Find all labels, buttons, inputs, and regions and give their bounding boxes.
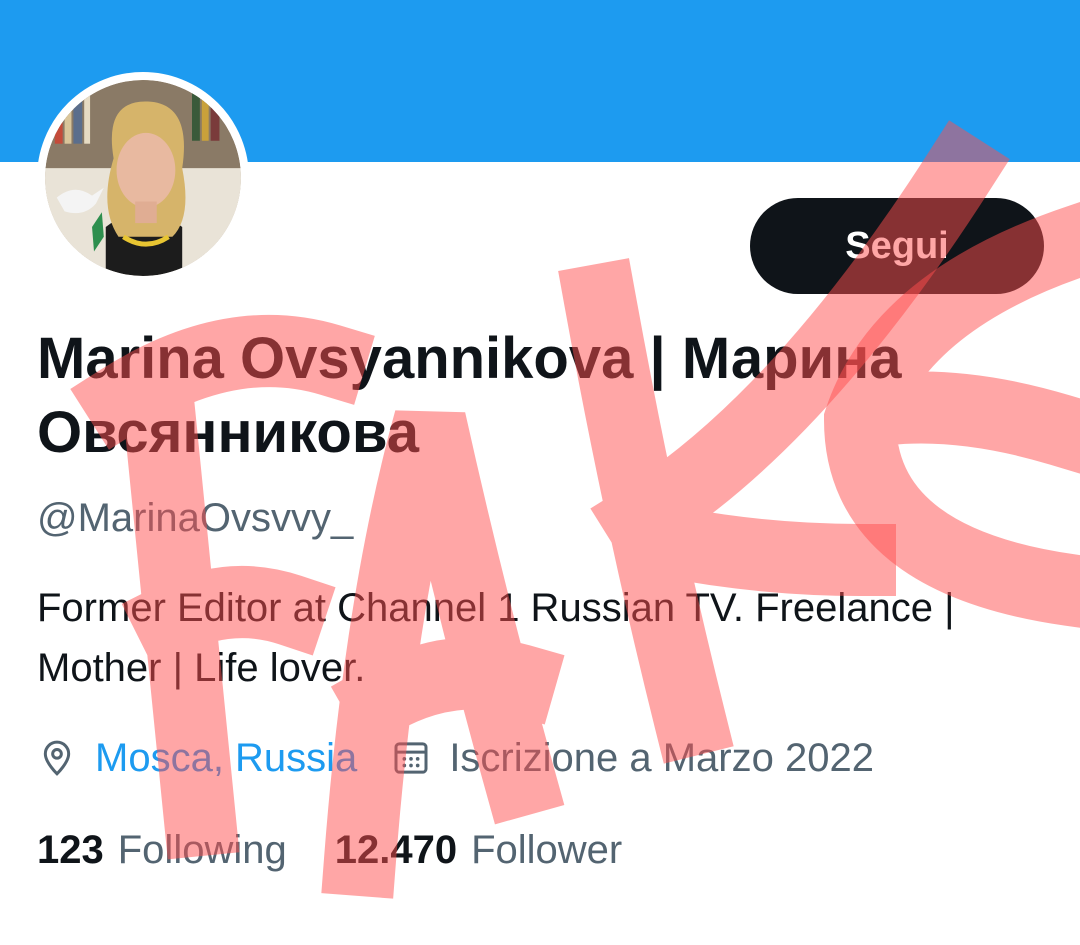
avatar-image [45, 80, 241, 276]
following-count: 123 [37, 827, 104, 872]
profile-handle: @MarinaOvsvvy_ [37, 496, 354, 540]
following-link[interactable]: 123 Following [37, 828, 287, 873]
profile-avatar[interactable] [37, 72, 249, 284]
followers-label: Follower [471, 827, 623, 872]
followers-link[interactable]: 12.470 Follower [335, 828, 623, 873]
profile-join-date: Iscrizione a Marzo 2022 [391, 736, 874, 781]
profile-display-name: Marina Ovsyannikova | Марина Овсянникова [37, 326, 902, 465]
profile-stats: 123 Following 12.470 Follower [37, 822, 670, 878]
calendar-icon [394, 742, 428, 774]
profile-bio: Former Editor at Channel 1 Russian TV. F… [37, 586, 955, 690]
following-label: Following [117, 827, 287, 872]
follow-button[interactable]: Segui [750, 198, 1044, 294]
profile-meta: Mosca, Russia Iscrizione a Marzo 2022 [37, 728, 908, 788]
location-pin-icon [43, 740, 71, 776]
profile-location: Mosca, Russia [37, 736, 357, 781]
followers-count: 12.470 [334, 827, 458, 872]
join-date-text: Iscrizione a Marzo 2022 [449, 735, 874, 780]
location-link[interactable]: Mosca, Russia [95, 736, 357, 781]
